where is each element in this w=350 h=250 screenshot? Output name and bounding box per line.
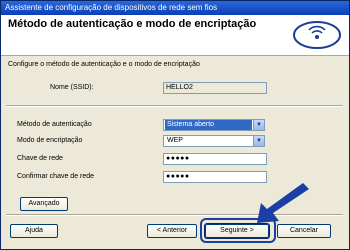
wizard-header: Método de autenticação e modo de encript…	[1, 15, 349, 56]
chevron-down-icon[interactable]: ▼	[253, 136, 264, 146]
encryption-mode-label: Modo de encriptação	[17, 137, 83, 144]
blue-arrow-icon	[257, 183, 309, 223]
network-key-label: Chave de rede	[17, 155, 63, 162]
back-button[interactable]: < Anterior	[147, 224, 197, 238]
auth-method-select[interactable]: Sistema aberto ▼	[163, 119, 265, 131]
wireless-logo-icon	[293, 21, 341, 49]
next-button[interactable]: Seguinte >	[205, 224, 269, 238]
page-title: Método de autenticação e modo de encript…	[8, 18, 257, 30]
title-bar: Assistente de configuração de dispositiv…	[1, 1, 349, 15]
auth-method-value: Sistema aberto	[165, 120, 252, 130]
separator	[6, 105, 343, 107]
encryption-mode-value: WEP	[167, 137, 183, 144]
network-key-field[interactable]: ●●●●●	[163, 153, 267, 165]
window-title: Assistente de configuração de dispositiv…	[5, 3, 218, 12]
help-button[interactable]: Ajuda	[10, 224, 58, 238]
chevron-down-icon[interactable]: ▼	[253, 120, 264, 130]
confirm-key-field[interactable]: ●●●●●	[163, 171, 267, 183]
encryption-mode-select[interactable]: WEP ▼	[163, 135, 265, 147]
advanced-button[interactable]: Avançado	[20, 197, 68, 211]
ssid-label: Nome (SSID):	[50, 84, 94, 91]
cancel-button[interactable]: Cancelar	[277, 224, 331, 238]
wizard-window: Assistente de configuração de dispositiv…	[0, 0, 350, 250]
instructions-text: Configure o método de autenticação e o m…	[8, 61, 200, 68]
separator	[6, 214, 343, 216]
confirm-key-label: Confirmar chave de rede	[17, 173, 95, 180]
auth-method-label: Método de autenticação	[17, 121, 92, 128]
ssid-value: HELLO2	[163, 82, 267, 94]
